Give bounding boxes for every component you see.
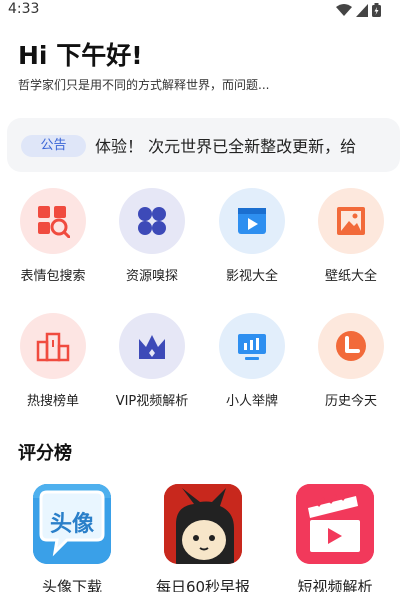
notice-bar[interactable]: 公告 体验！ 次元世界已全新整改更新，给 <box>7 118 400 172</box>
feature-label: 热搜榜单 <box>26 394 79 409</box>
feature-label: 小人举牌 <box>225 394 278 409</box>
video-icon <box>238 208 266 234</box>
feature-label: 资源嗅探 <box>125 269 178 284</box>
feature-label: 壁纸大全 <box>324 269 377 284</box>
app-daily-news[interactable]: 每日60秒早报 <box>138 484 268 592</box>
feature-hot-search[interactable]: 热搜榜单 <box>3 313 103 413</box>
wifi-icon <box>336 3 352 16</box>
status-time: 4:33 <box>8 1 40 17</box>
ratings-title: 评分榜 <box>18 443 72 464</box>
signal-icon <box>356 3 368 17</box>
crown-icon <box>139 335 165 359</box>
image-icon <box>337 207 365 235</box>
greeting-title: Hi 下午好! <box>18 41 143 70</box>
feature-label: VIP视频解析 <box>115 394 189 409</box>
notice-text: 体验！ 次元世界已全新整改更新，给 <box>95 137 357 156</box>
ranking-icon <box>36 332 70 362</box>
sign-board-icon <box>238 334 266 360</box>
avatar-app-icon: 头像 <box>33 484 111 564</box>
app-label: 每日60秒早报 <box>155 578 251 592</box>
feature-videos[interactable]: 影视大全 <box>202 188 302 288</box>
notice-badge: 公告 <box>21 135 86 157</box>
emoji-search-icon <box>38 206 70 238</box>
feature-history-today[interactable]: 历史今天 <box>301 313 401 413</box>
clock-icon <box>336 331 366 361</box>
feature-emoji-search[interactable]: 表情包搜索 <box>3 188 103 288</box>
short-video-app-icon <box>296 484 374 564</box>
battery-icon <box>372 3 381 17</box>
status-icons <box>336 3 381 17</box>
feature-sign-board[interactable]: 小人举牌 <box>202 313 302 413</box>
feature-label: 影视大全 <box>225 269 278 284</box>
feature-resource-sniff[interactable]: 资源嗅探 <box>102 188 202 288</box>
status-bar: 4:33 <box>0 0 401 22</box>
feature-label: 历史今天 <box>324 394 377 409</box>
app-label: 头像下载 <box>41 578 102 592</box>
app-avatar-download[interactable]: 头像 头像下载 <box>7 484 137 592</box>
feature-wallpapers[interactable]: 壁纸大全 <box>301 188 401 288</box>
app-short-video[interactable]: 短视频解析 <box>270 484 400 592</box>
feature-label: 表情包搜索 <box>20 269 86 284</box>
clover-icon <box>138 207 166 235</box>
daily-news-app-icon <box>164 484 242 564</box>
quote-text: 哲学家们只是用不同的方式解释世界，而问题... <box>18 78 270 92</box>
avatar-tile-text: 头像 <box>49 512 94 537</box>
app-label: 短视频解析 <box>297 578 373 592</box>
feature-vip-video[interactable]: VIP视频解析 <box>102 313 202 413</box>
